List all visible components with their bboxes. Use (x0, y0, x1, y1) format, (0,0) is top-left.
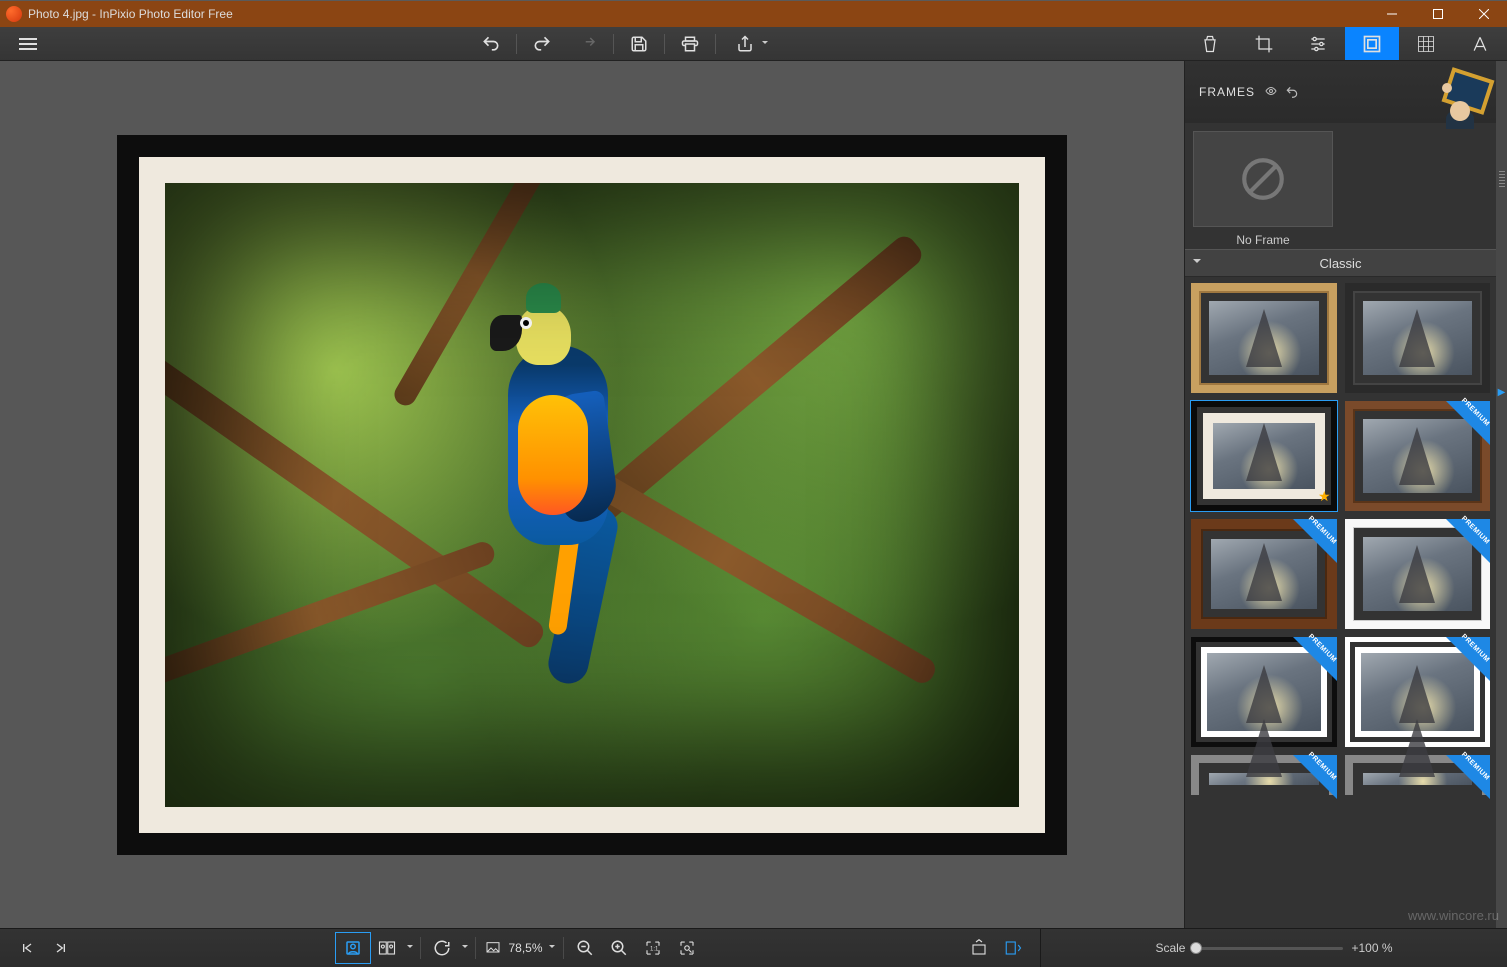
main-area: FRAMES No Frame Classic (0, 61, 1507, 928)
zoom-percent-label: 78,5% (508, 941, 542, 955)
no-frame-label: No Frame (1193, 233, 1333, 247)
photo-preview (165, 183, 1019, 807)
zoom-actual-button[interactable]: 1:1 (636, 933, 670, 963)
separator (613, 34, 614, 54)
reset-icon[interactable] (1285, 85, 1299, 99)
frames-panel: FRAMES No Frame Classic (1184, 61, 1496, 928)
zoom-out-button[interactable] (568, 933, 602, 963)
tool-tab-frames[interactable] (1345, 27, 1399, 60)
frames-thumbnail-list[interactable]: ★ PREMIUM PREMIUM PREMIUM PREMIUM PREMIU… (1185, 277, 1496, 928)
separator (420, 937, 421, 959)
filmstrip-up-button[interactable] (962, 933, 996, 963)
chevron-right-icon: ▶ (1498, 387, 1506, 398)
separator (563, 937, 564, 959)
applied-frame-mat (139, 157, 1045, 833)
tool-tab-adjust[interactable] (1291, 27, 1345, 60)
frame-thumb-wood-dark[interactable]: PREMIUM (1191, 519, 1337, 629)
undo-button[interactable] (468, 27, 514, 61)
window-close-button[interactable] (1461, 1, 1507, 28)
scale-value: +100 % (1351, 941, 1392, 955)
chevron-down-icon (549, 945, 555, 951)
visibility-toggle-icon[interactable] (1263, 85, 1279, 99)
scale-slider[interactable] (1193, 947, 1343, 950)
favorite-star-icon: ★ (1318, 488, 1331, 505)
scale-control: Scale +100 % (1041, 929, 1507, 967)
separator (475, 937, 476, 959)
first-image-button[interactable] (10, 933, 44, 963)
frame-thumb-black-mat[interactable]: ★ (1191, 401, 1337, 511)
share-button[interactable] (718, 27, 772, 61)
window-maximize-button[interactable] (1415, 1, 1461, 28)
chevron-down-icon (762, 41, 768, 47)
bottom-toolbar: 78,5% 1:1 Scale +100 % (0, 928, 1507, 967)
redo-button[interactable] (519, 27, 565, 61)
collapse-icon (1193, 259, 1201, 267)
window-title: Photo 4.jpg - InPixio Photo Editor Free (28, 7, 233, 21)
applied-frame-outer (117, 135, 1067, 855)
no-frame-row: No Frame (1185, 123, 1496, 249)
save-button[interactable] (616, 27, 662, 61)
zoom-level-control[interactable]: 78,5% (480, 940, 558, 956)
redo-alt-button[interactable] (565, 27, 611, 61)
panel-title: FRAMES (1199, 85, 1255, 99)
separator (516, 34, 517, 54)
category-label: Classic (1320, 256, 1362, 271)
category-header-classic[interactable]: Classic (1185, 249, 1496, 277)
window-minimize-button[interactable] (1369, 1, 1415, 28)
frame-thumb-white[interactable]: PREMIUM (1345, 519, 1491, 629)
print-button[interactable] (667, 27, 713, 61)
view-single-button[interactable] (336, 933, 370, 963)
no-frame-option[interactable]: No Frame (1193, 131, 1333, 247)
frame-thumb-wood-light[interactable] (1191, 283, 1337, 393)
zoom-in-button[interactable] (602, 933, 636, 963)
tool-tab-presets[interactable] (1183, 27, 1237, 60)
tool-tab-text[interactable] (1453, 27, 1507, 60)
separator (715, 34, 716, 54)
scale-label: Scale (1155, 941, 1185, 955)
top-toolbar (0, 27, 1507, 61)
rotate-button[interactable] (425, 933, 459, 963)
svg-text:1:1: 1:1 (650, 946, 659, 952)
view-compare-button[interactable] (370, 933, 404, 963)
next-image-button[interactable] (44, 933, 78, 963)
frame-thumb-wood-medium[interactable]: PREMIUM (1345, 401, 1491, 511)
canvas-area[interactable] (0, 61, 1184, 928)
mascot-icon (1436, 73, 1492, 123)
titlebar: Photo 4.jpg - InPixio Photo Editor Free (0, 0, 1507, 27)
frame-thumb-partial-1[interactable]: PREMIUM (1191, 755, 1337, 795)
grip-icon (1499, 171, 1505, 187)
panel-collapse-strip[interactable]: ▶ (1496, 61, 1507, 928)
menu-button[interactable] (19, 38, 37, 50)
separator (664, 34, 665, 54)
frame-thumb-dark-grey[interactable] (1345, 283, 1491, 393)
frame-thumb-partial-2[interactable]: PREMIUM (1345, 755, 1491, 795)
app-icon (6, 6, 22, 22)
zoom-fit-button[interactable] (670, 933, 704, 963)
rotate-dropdown[interactable] (459, 945, 471, 951)
tool-tab-crop[interactable] (1237, 27, 1291, 60)
tool-tab-textures[interactable] (1399, 27, 1453, 60)
filmstrip-right-button[interactable] (996, 933, 1030, 963)
panel-header: FRAMES (1185, 61, 1496, 123)
slider-thumb[interactable] (1190, 942, 1202, 954)
compare-dropdown[interactable] (404, 945, 416, 951)
